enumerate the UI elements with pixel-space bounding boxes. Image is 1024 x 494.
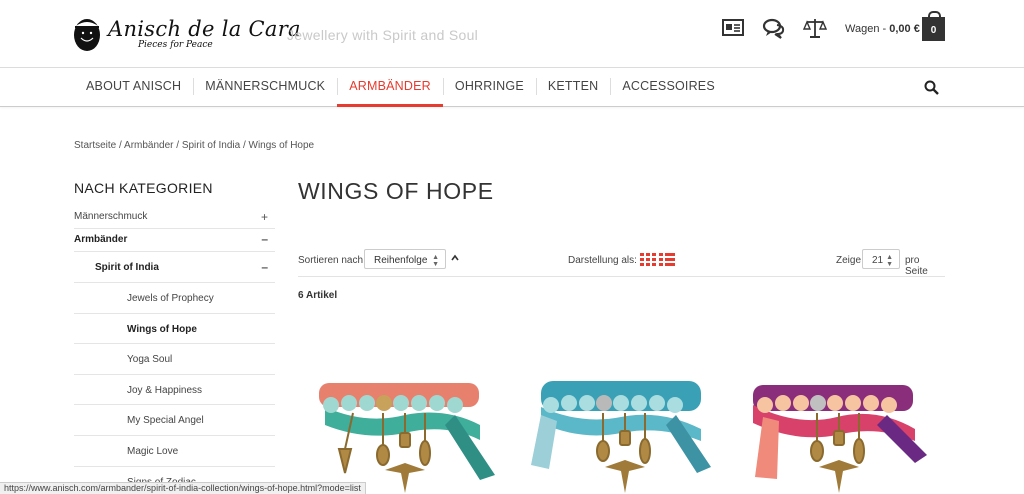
product-image[interactable] — [737, 345, 937, 494]
nav-item-accessoires[interactable]: ACCESSOIRES — [610, 68, 727, 106]
per-page-label: Zeige — [836, 255, 862, 266]
sort-direction-icon[interactable] — [450, 253, 460, 263]
logo-portrait-icon — [74, 19, 100, 51]
subcategory-item[interactable]: My Special Angel — [74, 405, 275, 436]
brand-logo[interactable]: Anisch de la Cara Pieces for Peace — [72, 12, 301, 56]
category-label: Männerschmuck — [74, 211, 148, 222]
chevron-updown-icon: ▲ ▼ — [886, 254, 893, 268]
page-title: WINGS OF HOPE — [298, 178, 494, 204]
per-page-suffix: pro Seite — [905, 255, 928, 277]
category-label: Armbänder — [74, 234, 128, 245]
nav-item-about-anisch[interactable]: ABOUT ANISCH — [74, 68, 193, 106]
sort-label: Sortieren nach — [298, 255, 364, 266]
browser-status-bar: https://www.anisch.com/armbander/spirit-… — [0, 482, 366, 494]
shopping-bag-icon[interactable]: 0 — [922, 11, 945, 41]
subcategory-item[interactable]: Magic Love — [74, 436, 275, 467]
nav-item-ohrringe[interactable]: OHRRINGE — [442, 68, 536, 106]
nav-item-armbaender[interactable]: ARMBÄNDER — [337, 68, 443, 107]
subcategory-item[interactable]: Yoga Soul — [74, 344, 275, 375]
category-item-armbaender[interactable]: Armbänder – — [74, 229, 275, 252]
category-label: Spirit of India — [95, 262, 159, 273]
list-view-icon[interactable] — [659, 253, 675, 266]
item-count: 6 Artikel — [298, 290, 338, 301]
category-item-spirit-of-india[interactable]: Spirit of India – — [74, 252, 275, 283]
subcategory-item[interactable]: Joy & Happiness — [74, 375, 275, 406]
main-navigation: ABOUT ANISCH MÄNNERSCHMUCK ARMBÄNDER OHR… — [0, 68, 1024, 107]
product-image[interactable] — [305, 345, 505, 494]
bracelet-turquoise-image — [531, 381, 711, 493]
brand-title: Anisch de la Cara — [108, 17, 301, 41]
brand-subtitle: Pieces for Peace — [138, 40, 213, 50]
cart-count: 0 — [930, 25, 937, 36]
chevron-updown-icon: ▲ ▼ — [432, 254, 439, 268]
sidebar-title: NACH KATEGORIEN — [74, 180, 213, 196]
bracelet-coral-image — [319, 383, 495, 493]
product-image[interactable] — [521, 345, 721, 494]
collapse-toggle[interactable]: – — [261, 232, 268, 246]
category-item-maennerschmuck[interactable]: Männerschmuck + — [74, 205, 275, 229]
sort-select[interactable]: Reihenfolge ▲ ▼ — [364, 249, 446, 269]
tagline: Jewellery with Spirit and Soul — [287, 27, 479, 43]
search-icon[interactable] — [924, 80, 939, 95]
chat-icon[interactable] — [762, 17, 786, 39]
subcategory-item-current[interactable]: Wings of Hope — [74, 314, 275, 345]
bracelet-purple-image — [753, 385, 927, 493]
expand-toggle[interactable]: + — [261, 210, 268, 224]
breadcrumb[interactable]: Startseite / Armbänder / Spirit of India… — [74, 140, 314, 151]
category-list: Männerschmuck + Armbänder – Spirit of In… — [74, 205, 275, 494]
subcategory-item[interactable]: Jewels of Prophecy — [74, 283, 275, 314]
nav-item-maennerschmuck[interactable]: MÄNNERSCHMUCK — [193, 68, 337, 106]
scales-icon[interactable] — [803, 17, 827, 39]
per-page-value: 21 — [872, 255, 884, 266]
view-mode-label: Darstellung als: — [568, 255, 637, 266]
cart-amount: 0,00 € — [889, 23, 920, 35]
cart-label: Wagen - — [845, 23, 890, 35]
grid-view-icon[interactable] — [640, 253, 656, 266]
sort-value: Reihenfolge — [374, 255, 428, 266]
nav-item-ketten[interactable]: KETTEN — [535, 68, 611, 106]
collapse-toggle[interactable]: – — [261, 260, 268, 274]
cart-link[interactable]: Wagen - 0,00 € — [845, 23, 920, 35]
per-page-select[interactable]: 21 ▲ ▼ — [862, 249, 900, 269]
site-header: Anisch de la Cara Pieces for Peace Jewel… — [0, 0, 1024, 68]
product-toolbar: Sortieren nach Reihenfolge ▲ ▼ Darstellun… — [298, 249, 945, 277]
contact-card-icon[interactable] — [721, 17, 745, 39]
